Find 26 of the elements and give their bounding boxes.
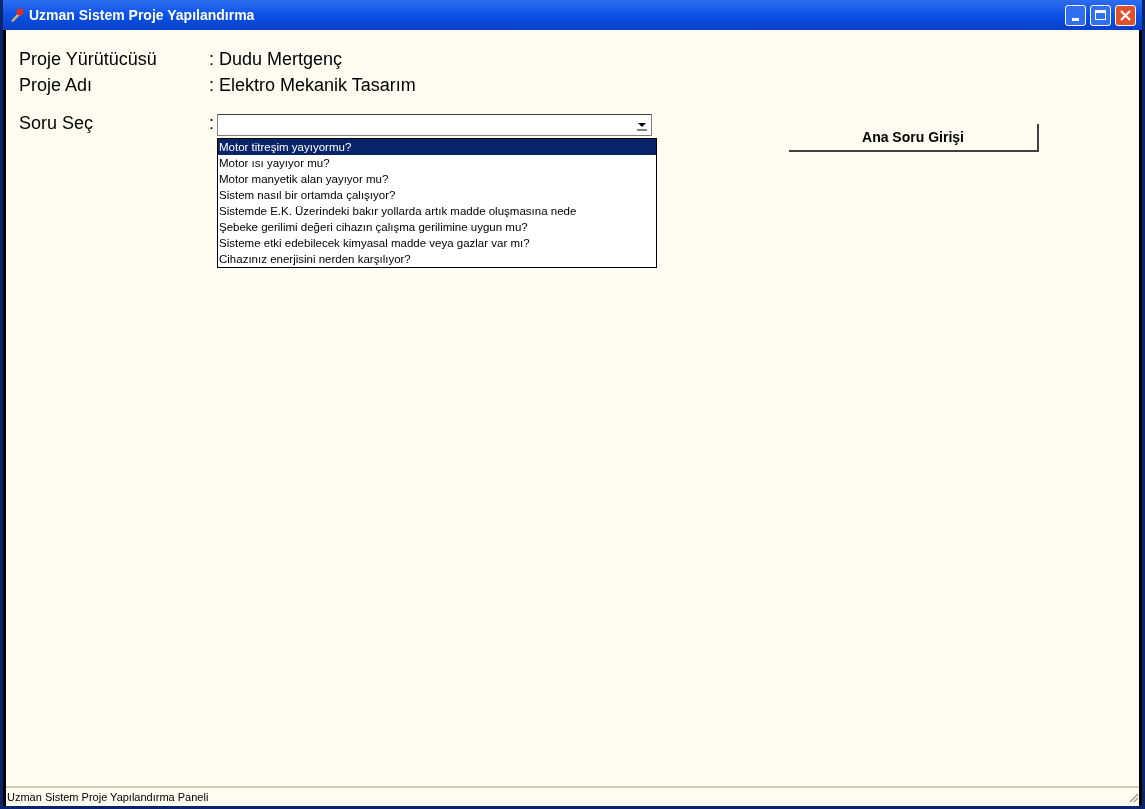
field-label: Proje Adı <box>19 73 94 97</box>
dropdown-option[interactable]: Şebeke gerilimi değeri cihazın çalışma gerilimine uygun mu? <box>218 219 656 235</box>
field-value: Dudu Mertgenç <box>219 47 343 71</box>
dropdown-option[interactable]: Sisteme etki edebilecek kimyasal madde veya gazlar var mı? <box>218 235 656 251</box>
maximize-button[interactable] <box>1090 4 1111 26</box>
dropdown-option[interactable]: Motor ısı yayıyor mu? <box>218 155 656 171</box>
dropdown-option[interactable]: Sistemde E.K. Üzerindeki bakır yollarda artık madde oluşmasına nede <box>218 203 656 219</box>
field-label: Soru Seç <box>19 112 95 135</box>
dropdown-option[interactable]: Sistem nasıl bir ortamda çalışıyor? <box>218 187 656 203</box>
minimize-button[interactable] <box>1065 4 1086 26</box>
separator: : <box>209 73 215 97</box>
close-button[interactable] <box>1115 4 1136 26</box>
field-label: Proje Yürütücüsü <box>19 47 158 71</box>
window-title: Uzman Sistem Proje Yapılandırma <box>29 5 256 25</box>
status-text: Uzman Sistem Proje Yapılandırma Paneli <box>7 789 209 805</box>
torch-icon <box>9 7 25 23</box>
dropdown-option[interactable]: Motor titreşim yayıyormu? <box>218 139 656 155</box>
dropdown-option[interactable]: Motor manyetik alan yayıyor mu? <box>218 171 656 187</box>
question-combobox[interactable] <box>217 114 652 136</box>
field-value: Elektro Mekanik Tasarım <box>219 73 416 97</box>
close-icon <box>1120 9 1131 21</box>
main-question-entry-button[interactable]: Ana Soru Girişi <box>789 124 1039 152</box>
resize-grip-icon[interactable] <box>1127 791 1139 803</box>
dropdown-option[interactable]: Cihazınız enerjisini nerden karşılıyor? <box>218 251 656 267</box>
separator: : <box>209 47 215 71</box>
separator: : <box>209 112 215 135</box>
